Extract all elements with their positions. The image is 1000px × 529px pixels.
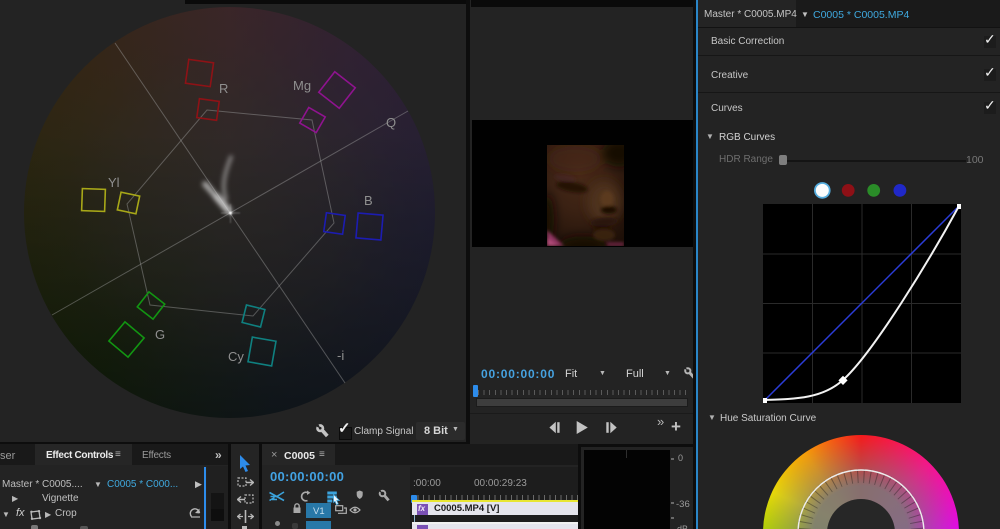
svg-text:-i: -i [337, 348, 344, 363]
svg-text:Mg: Mg [293, 78, 311, 93]
svg-text:Q: Q [386, 115, 396, 130]
svg-text:G: G [155, 327, 165, 342]
svg-text:B: B [364, 193, 373, 208]
svg-text:Yl: Yl [108, 175, 120, 190]
svg-text:R: R [219, 81, 228, 96]
svg-text:Cy: Cy [228, 349, 244, 364]
